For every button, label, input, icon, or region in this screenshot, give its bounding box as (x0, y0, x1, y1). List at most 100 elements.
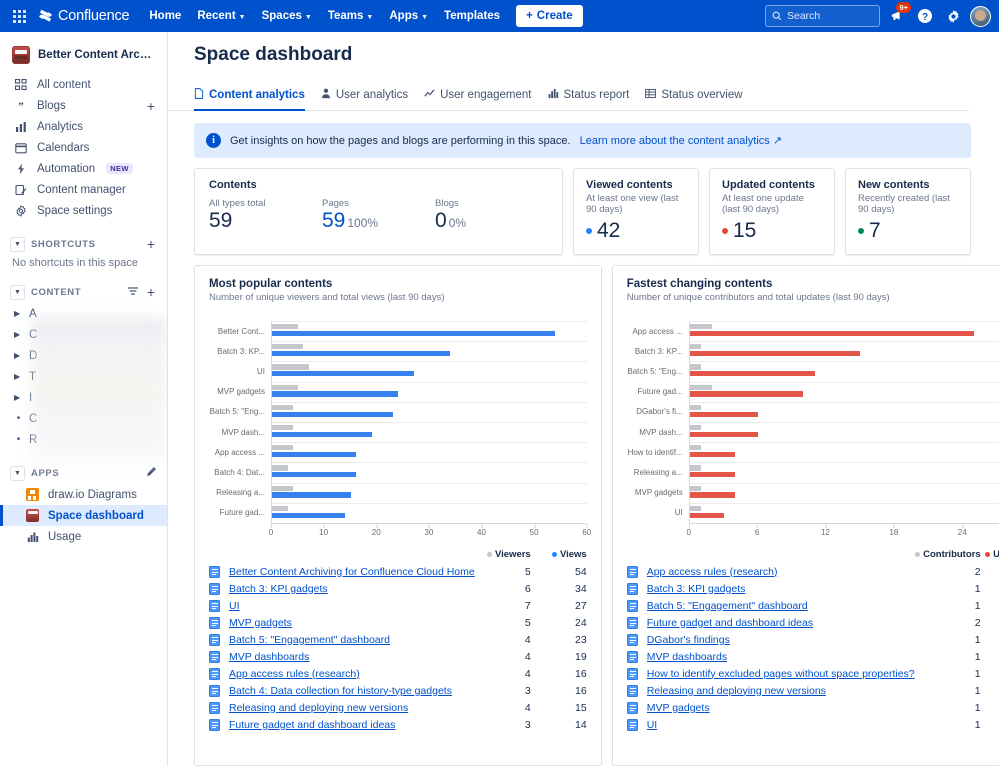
chevron-right-icon[interactable]: ▶ (14, 393, 23, 402)
bar-primary[interactable] (689, 411, 758, 417)
bar-primary[interactable] (689, 371, 815, 377)
tab-status-report[interactable]: Status report (548, 88, 629, 111)
content-link[interactable]: App access rules (research) (229, 668, 475, 680)
content-link[interactable]: DGabor's findings (647, 634, 915, 646)
bar-secondary[interactable] (272, 344, 304, 350)
chevron-right-icon[interactable]: ▶ (14, 330, 23, 339)
bar-primary[interactable] (689, 351, 861, 357)
content-link[interactable]: Batch 3: KPI gadgets (229, 583, 475, 595)
content-link[interactable]: Releasing and deploying new versions (647, 685, 915, 697)
content-link[interactable]: App access rules (research) (647, 566, 915, 578)
tree-item[interactable]: ▶ C (0, 324, 167, 345)
sidebar-item-content-manager[interactable]: Content manager (0, 179, 167, 200)
add-content-button[interactable]: + (145, 285, 157, 299)
bar-secondary[interactable] (272, 324, 299, 330)
chevron-down-icon[interactable]: ▼ (10, 284, 25, 300)
content-link[interactable]: Future gadget and dashboard ideas (647, 617, 915, 629)
tree-item[interactable]: • R (0, 429, 167, 450)
bar-secondary[interactable] (272, 465, 288, 471)
nav-item-teams[interactable]: Teams ▼ (320, 6, 382, 26)
create-button[interactable]: + Create (516, 5, 583, 27)
add-shortcut-button[interactable]: + (145, 237, 157, 251)
content-link[interactable]: Better Content Archiving for Confluence … (229, 566, 475, 578)
metric-value[interactable]: 59 100% (322, 209, 435, 232)
content-link[interactable]: How to identify excluded pages without s… (647, 668, 915, 680)
sidebar-item-analytics[interactable]: Analytics (0, 116, 167, 137)
nav-item-templates[interactable]: Templates (436, 6, 508, 26)
content-link[interactable]: MVP dashboards (647, 651, 915, 663)
sidebar-item-space-settings[interactable]: Space settings (0, 200, 167, 221)
bar-secondary[interactable] (272, 485, 293, 491)
column-header-viewers[interactable]: Viewers (475, 549, 531, 560)
bar-primary[interactable] (272, 391, 398, 397)
confluence-logo[interactable]: Confluence (38, 8, 130, 24)
bar-primary[interactable] (272, 411, 393, 417)
notifications-button[interactable]: 9+ (886, 2, 911, 27)
content-link[interactable]: MVP dashboards (229, 651, 475, 663)
space-header[interactable]: Better Content Archiving for C... (0, 40, 167, 74)
bar-primary[interactable] (272, 351, 451, 357)
bar-secondary[interactable] (689, 344, 702, 350)
bar-secondary[interactable] (689, 424, 702, 431)
bar-primary[interactable] (272, 371, 414, 377)
content-link[interactable]: UI (229, 600, 475, 612)
content-link[interactable]: Batch 3: KPI gadgets (647, 583, 915, 595)
bar-secondary[interactable] (689, 445, 702, 451)
add-blog-button[interactable]: + (145, 99, 157, 113)
bar-secondary[interactable] (272, 445, 293, 451)
chevron-right-icon[interactable]: ▶ (14, 309, 23, 318)
nav-item-apps[interactable]: Apps ▼ (381, 6, 436, 26)
content-link[interactable]: UI (647, 719, 915, 731)
bar-primary[interactable] (272, 451, 356, 458)
bar-primary[interactable] (689, 330, 974, 337)
bar-secondary[interactable] (689, 384, 713, 390)
tab-content-analytics[interactable]: Content analytics (194, 88, 305, 111)
content-link[interactable]: MVP gadgets (229, 617, 475, 629)
chevron-down-icon[interactable]: ▼ (10, 465, 25, 481)
bar-primary[interactable] (689, 512, 724, 518)
bar-secondary[interactable] (272, 404, 293, 410)
content-link[interactable]: Batch 5: "Engagement" dashboard (647, 600, 915, 612)
bar-primary[interactable] (689, 472, 736, 478)
tree-item[interactable]: • C (0, 408, 167, 429)
column-header-updates[interactable]: Updates (981, 549, 999, 560)
tree-item[interactable]: ▶ A (0, 303, 167, 324)
app-switcher-icon[interactable] (8, 5, 30, 27)
bar-primary[interactable] (689, 431, 758, 437)
sidebar-item-all-content[interactable]: All content (0, 74, 167, 95)
tree-item[interactable]: ▶ I (0, 387, 167, 408)
nav-item-recent[interactable]: Recent ▼ (189, 6, 253, 26)
column-header-views[interactable]: Views (531, 549, 587, 560)
content-link[interactable]: Batch 4: Data collection for history-typ… (229, 685, 475, 697)
content-link[interactable]: MVP gadgets (647, 702, 915, 714)
bar-primary[interactable] (272, 330, 556, 337)
chevron-right-icon[interactable]: ▶ (14, 372, 23, 381)
bar-primary[interactable] (272, 431, 372, 437)
sidebar-item-calendars[interactable]: Calendars (0, 137, 167, 158)
tab-user-analytics[interactable]: User analytics (321, 88, 408, 111)
bar-primary[interactable] (272, 492, 351, 498)
bar-primary[interactable] (272, 472, 356, 478)
search-input[interactable]: Search (765, 5, 880, 27)
banner-link[interactable]: Learn more about the content analytics ↗ (580, 134, 782, 147)
bar-primary[interactable] (689, 492, 736, 498)
column-header-contributors[interactable]: Contributors (915, 549, 981, 560)
filter-icon[interactable] (127, 285, 139, 300)
tree-item[interactable]: ▶ T (0, 366, 167, 387)
help-button[interactable]: ? (914, 5, 936, 27)
tab-status-overview[interactable]: Status overview (645, 88, 743, 111)
settings-button[interactable] (942, 5, 964, 27)
nav-item-home[interactable]: Home (141, 6, 189, 26)
bar-secondary[interactable] (272, 364, 309, 370)
bar-primary[interactable] (689, 391, 804, 397)
bar-secondary[interactable] (272, 505, 288, 511)
bar-secondary[interactable] (689, 324, 713, 330)
bar-secondary[interactable] (272, 384, 299, 390)
sidebar-item-drawio-diagrams[interactable]: draw.io Diagrams (0, 484, 167, 505)
bar-secondary[interactable] (689, 364, 702, 370)
bar-primary[interactable] (272, 512, 346, 518)
sidebar-item-space-dashboard[interactable]: Space dashboard (0, 505, 167, 526)
tab-user-engagement[interactable]: User engagement (424, 88, 532, 111)
bar-secondary[interactable] (689, 404, 702, 410)
bar-secondary[interactable] (689, 465, 702, 471)
